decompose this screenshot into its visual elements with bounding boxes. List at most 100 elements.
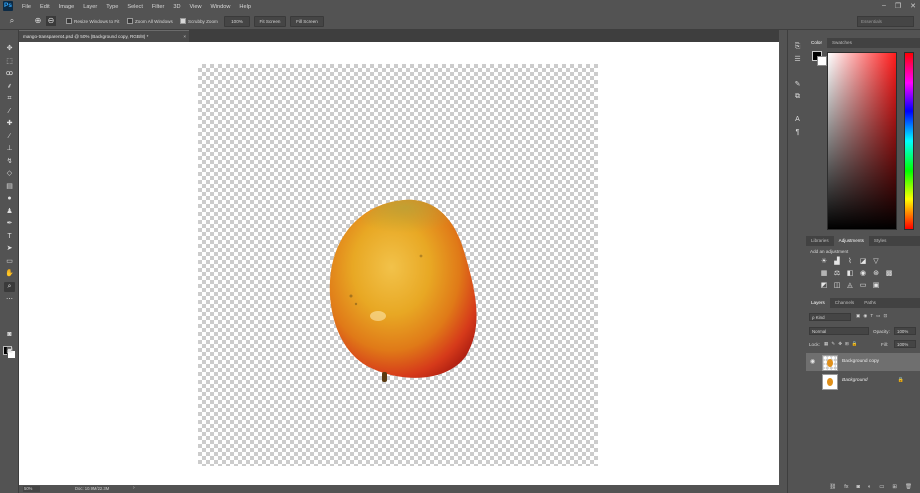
hand-tool-icon[interactable]: ✋ (4, 269, 15, 279)
menu-file[interactable]: File (22, 4, 31, 10)
opacity-field[interactable]: 100% (894, 327, 916, 335)
link-layers-icon[interactable]: ⛓ (829, 482, 836, 492)
scrubby-zoom-checkbox[interactable]: Scrubby Zoom (180, 18, 218, 24)
delete-layer-icon[interactable]: 🗑 (905, 482, 912, 492)
menu-edit[interactable]: Edit (40, 4, 50, 10)
tab-styles[interactable]: Styles (869, 236, 892, 246)
zoom-tool-icon[interactable]: ⌕ (4, 282, 15, 292)
panel-background-swatch[interactable] (817, 56, 827, 66)
threshold-icon[interactable]: ◬ (846, 282, 854, 290)
channel-mixer-icon[interactable]: ⊛ (872, 270, 880, 278)
resize-windows-checkbox[interactable]: Resize Windows to Fit (66, 18, 119, 24)
character-panel-icon[interactable]: A (792, 115, 803, 125)
pen-tool-icon[interactable]: ✒ (4, 219, 15, 229)
tab-paths[interactable]: Paths (859, 298, 881, 308)
zoom-out-icon[interactable]: ⊖ (46, 16, 56, 26)
levels-icon[interactable]: ▟ (833, 258, 841, 266)
fill-field[interactable]: 100% (894, 340, 916, 348)
menu-view[interactable]: View (189, 4, 201, 10)
restore-button[interactable]: ❐ (895, 2, 901, 10)
document-tab[interactable]: mango-transparent4.psd @ 50% (Background… (19, 30, 189, 42)
paragraph-panel-icon[interactable]: ¶ (792, 128, 803, 138)
brush-tool-icon[interactable]: ∕ (4, 132, 15, 142)
tab-color[interactable]: Color (806, 38, 827, 48)
gradient-map-icon[interactable]: ▭ (859, 282, 867, 290)
clone-stamp-tool-icon[interactable]: ⊥ (4, 144, 15, 154)
quick-mask-icon[interactable]: ◙ (4, 330, 15, 340)
layer-row-background[interactable]: Background 🔒 (806, 372, 920, 390)
checkbox-box[interactable] (180, 18, 186, 24)
zoom-100-button[interactable]: 100% (224, 16, 250, 27)
more-tools-icon[interactable]: ⋯ (4, 295, 15, 305)
menu-window[interactable]: Window (211, 4, 231, 10)
fit-screen-button[interactable]: Fit Screen (254, 16, 286, 27)
minimize-button[interactable]: – (882, 2, 886, 9)
black-white-icon[interactable]: ◧ (846, 270, 854, 278)
screen-mode-icon[interactable]: ▣ (4, 346, 15, 356)
blend-mode-select[interactable]: Normal (809, 327, 869, 335)
type-tool-icon[interactable]: T (4, 232, 15, 242)
status-menu-icon[interactable]: › (133, 485, 135, 491)
menu-image[interactable]: Image (59, 4, 75, 10)
new-group-icon[interactable]: ▭ (879, 482, 884, 492)
new-adjustment-icon[interactable]: ◐ (868, 482, 871, 492)
layer-style-icon[interactable]: fx (844, 482, 848, 492)
marquee-tool-icon[interactable]: ⬚ (4, 57, 15, 67)
blur-tool-icon[interactable]: ● (4, 194, 15, 204)
zoom-icon[interactable]: ⌕ (7, 16, 17, 26)
crop-tool-icon[interactable]: ⌗ (4, 94, 15, 104)
lasso-tool-icon[interactable]: ꝏ (4, 69, 15, 79)
tab-adjustments[interactable]: Adjustments (833, 236, 869, 246)
history-panel-icon[interactable]: ⎘ (792, 42, 803, 52)
healing-brush-tool-icon[interactable]: ✚ (4, 119, 15, 129)
history-brush-tool-icon[interactable]: ↯ (4, 157, 15, 167)
brush-panel-icon[interactable]: ✎ (792, 80, 803, 90)
tab-swatches[interactable]: Swatches (827, 38, 857, 48)
shape-tool-icon[interactable]: ▭ (4, 257, 15, 267)
tab-layers[interactable]: Layers (806, 298, 830, 308)
path-select-tool-icon[interactable]: ➤ (4, 244, 15, 254)
exposure-icon[interactable]: ◪ (859, 258, 867, 266)
layer-kind-filter[interactable]: ρ Kind (809, 313, 851, 321)
add-mask-icon[interactable]: ◙ (857, 482, 860, 492)
fill-screen-button[interactable]: Fill Screen (290, 16, 324, 27)
invert-icon[interactable]: ◩ (820, 282, 828, 290)
workspace-switcher[interactable]: Essentials (857, 16, 914, 27)
move-tool-icon[interactable]: ✥ (4, 44, 15, 54)
menu-type[interactable]: Type (106, 4, 118, 10)
zoom-all-windows-checkbox[interactable]: Zoom All Windows (127, 18, 173, 24)
zoom-in-icon[interactable]: ⊕ (33, 16, 43, 26)
menu-3d[interactable]: 3D (173, 4, 180, 10)
new-layer-icon[interactable]: ⊞ (892, 482, 897, 492)
properties-panel-icon[interactable]: ☰ (792, 55, 803, 65)
posterize-icon[interactable]: ◫ (833, 282, 841, 290)
visibility-eye-icon[interactable]: ◉ (810, 358, 815, 365)
tab-channels[interactable]: Channels (830, 298, 859, 308)
curves-icon[interactable]: ⌇ (846, 258, 854, 266)
hue-saturation-icon[interactable]: ▦ (820, 270, 828, 278)
vibrance-icon[interactable]: ▽ (872, 258, 880, 266)
checkbox-box[interactable] (127, 18, 133, 24)
color-balance-icon[interactable]: ⚖ (833, 270, 841, 278)
tab-libraries[interactable]: Libraries (806, 236, 834, 246)
clone-source-panel-icon[interactable]: ⧉ (792, 92, 803, 102)
selective-color-icon[interactable]: ▣ (872, 282, 880, 290)
close-button[interactable]: ✕ (910, 2, 916, 10)
menu-layer[interactable]: Layer (83, 4, 97, 10)
layer-row-background-copy[interactable]: ◉ Background copy (806, 353, 920, 371)
eraser-tool-icon[interactable]: ◇ (4, 169, 15, 179)
menu-filter[interactable]: Filter (152, 4, 164, 10)
zoom-level-field[interactable]: 50% (23, 486, 40, 492)
menu-help[interactable]: Help (239, 4, 251, 10)
gradient-tool-icon[interactable]: ▤ (4, 182, 15, 192)
checkbox-box[interactable] (66, 18, 72, 24)
menu-select[interactable]: Select (127, 4, 143, 10)
color-lookup-icon[interactable]: ▩ (885, 270, 893, 278)
photo-filter-icon[interactable]: ◉ (859, 270, 867, 278)
layer-filter-icons[interactable]: ▣◉T▭⊡ (856, 313, 890, 319)
quick-select-tool-icon[interactable]: ⸙ (4, 82, 15, 92)
lock-icons[interactable]: ▦✎✥⊞🔒 (824, 341, 861, 347)
hue-slider[interactable] (904, 52, 914, 230)
dodge-tool-icon[interactable]: ♟ (4, 207, 15, 217)
brightness-icon[interactable]: ☀ (820, 258, 828, 266)
